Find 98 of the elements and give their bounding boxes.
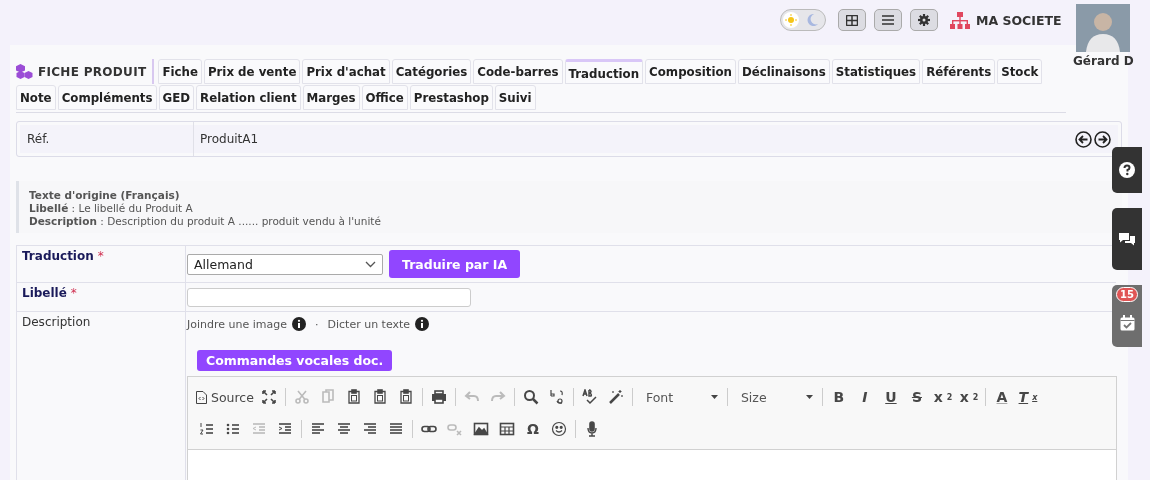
paste-text-icon: [371, 389, 388, 405]
format-button[interactable]: x$^{2}$: [955, 385, 982, 409]
dropdown-button[interactable]: Size: [730, 385, 819, 409]
field-label: Réf.: [17, 122, 194, 156]
notification-badge: 15: [1116, 287, 1138, 302]
tab[interactable]: Traduction: [564, 59, 644, 84]
tab[interactable]: Note: [16, 85, 56, 110]
justify-icon: [388, 421, 404, 437]
search-icon: [522, 389, 539, 405]
tab[interactable]: Office: [361, 85, 408, 110]
tab[interactable]: Stock: [997, 59, 1043, 84]
printer-icon: [430, 389, 447, 405]
field-label: Description: [22, 315, 91, 329]
settings-button[interactable]: [910, 9, 938, 31]
tab[interactable]: Catégories: [391, 59, 472, 84]
align-right-icon: [362, 421, 378, 437]
replace-icon: [548, 389, 565, 405]
language-select[interactable]: Allemand: [187, 253, 383, 275]
help-icon: [1119, 162, 1135, 178]
tab[interactable]: Prestashop: [409, 85, 493, 110]
copy-icon: [319, 389, 336, 405]
strikethrough-button[interactable]: S: [903, 385, 930, 409]
tab[interactable]: Composition: [645, 59, 736, 84]
calendar-check-icon: [1119, 315, 1135, 331]
field-label: Traduction: [22, 249, 94, 263]
code-file-icon: [196, 390, 207, 404]
separator-dot: ·: [315, 317, 319, 331]
grid-icon: [846, 14, 858, 26]
chevron-down-icon: [365, 260, 376, 268]
required-asterisk: *: [97, 249, 104, 263]
settings-icon: [918, 14, 930, 26]
user-name[interactable]: Gérard D: [1073, 54, 1134, 68]
tab[interactable]: Compléments: [57, 85, 157, 110]
text-color-button[interactable]: A: [988, 385, 1015, 409]
tab[interactable]: Déclinaisons: [737, 59, 830, 84]
cubes-icon: [16, 64, 33, 79]
voice-commands-button[interactable]: Commandes vocales doc.: [197, 350, 393, 371]
reference-value: ProduitA1: [199, 132, 260, 146]
tab[interactable]: GED: [158, 85, 195, 110]
tab[interactable]: Référents: [922, 59, 996, 84]
underline-button[interactable]: U: [877, 385, 904, 409]
numbered-list-icon: [199, 421, 215, 437]
spellcheck-icon: [581, 389, 598, 405]
bullet-list-icon: [225, 421, 241, 437]
format-button[interactable]: I: [851, 385, 878, 409]
paste-icon: [345, 389, 362, 405]
chat-bubbles-icon: [1118, 231, 1136, 247]
align-center-icon: [336, 421, 352, 437]
maximize-icon: [260, 389, 277, 405]
org-chart-icon: [950, 11, 970, 29]
format-button[interactable]: Ω: [520, 417, 546, 441]
tab[interactable]: Suivi: [494, 85, 536, 110]
page-title: FICHE PRODUIT: [38, 64, 147, 79]
dropdown-button[interactable]: Font: [635, 385, 724, 409]
info-icon[interactable]: [415, 317, 430, 331]
info-icon[interactable]: [292, 317, 306, 331]
dictate-link[interactable]: Dicter un texte: [327, 317, 411, 331]
menu-button[interactable]: [874, 9, 902, 31]
original-text-title: Texte d'origine (Français): [29, 189, 181, 202]
help-button[interactable]: [1112, 147, 1142, 193]
tab[interactable]: Statistiques: [831, 59, 921, 84]
menu-icon: [882, 15, 894, 25]
chat-button[interactable]: [1112, 208, 1142, 270]
required-asterisk: *: [70, 286, 77, 300]
caret-icon: [805, 395, 813, 399]
source-button[interactable]: Source: [194, 385, 256, 409]
align-left-icon: [310, 421, 326, 437]
label-input[interactable]: [187, 287, 471, 307]
caret-icon: [710, 395, 718, 399]
company-name[interactable]: MA SOCIETE: [976, 12, 1062, 28]
original-text-line: Libellé : Le libellé du Produit A: [29, 202, 194, 215]
avatar-silhouette-icon: [1076, 4, 1131, 52]
tab[interactable]: Code-barres: [473, 59, 563, 84]
scissors-icon: [293, 389, 310, 405]
tab[interactable]: Prix de vente: [203, 59, 301, 84]
format-button[interactable]: B: [825, 385, 852, 409]
unlink-icon: [447, 421, 463, 437]
table-icon: [499, 421, 515, 437]
sun-icon: [785, 14, 797, 26]
tab[interactable]: Fiche: [158, 59, 202, 84]
tab[interactable]: Relation client: [196, 85, 301, 110]
microphone-icon: [584, 421, 600, 437]
tab[interactable]: Prix d'achat: [302, 59, 390, 84]
original-text-line: Description : Description du produit A ...... produit vendu à l'unité: [29, 215, 382, 228]
outdent-icon: [251, 421, 267, 437]
calendar-button[interactable]: 15: [1112, 285, 1142, 347]
theme-toggle[interactable]: [780, 9, 826, 31]
image-icon: [473, 421, 489, 437]
magic-wand-icon: [607, 389, 624, 405]
smiley-icon: [551, 421, 567, 437]
translate-button[interactable]: Traduire par IA: [389, 250, 521, 278]
paste-word-icon: [397, 389, 414, 405]
indent-icon: [277, 421, 293, 437]
moon-icon: [807, 14, 818, 26]
field-label: Libellé: [22, 286, 67, 300]
grid-view-button[interactable]: [838, 9, 866, 31]
attach-image-link[interactable]: Joindre une image: [187, 317, 287, 331]
tab[interactable]: Marges: [302, 85, 360, 110]
